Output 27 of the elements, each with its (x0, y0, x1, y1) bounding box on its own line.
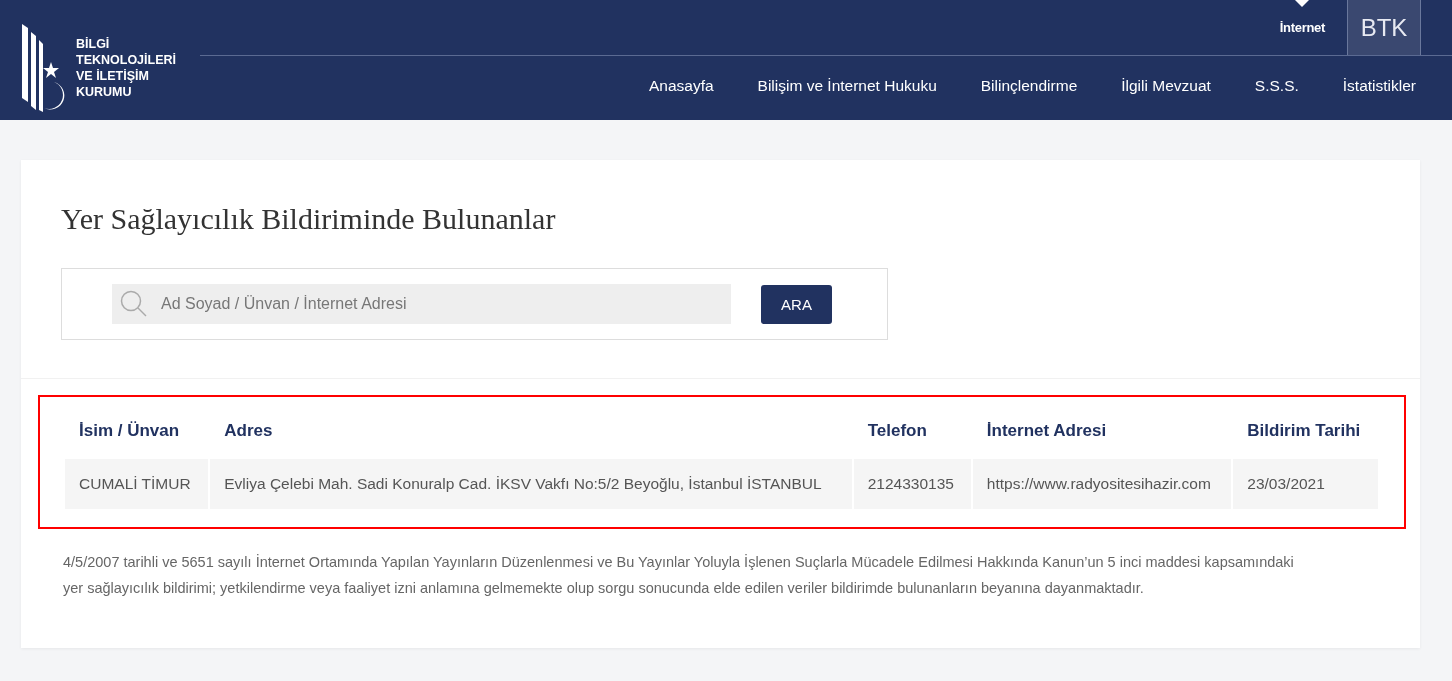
logo-icon (20, 22, 66, 114)
column-header: İnternet Adresi (985, 420, 1108, 442)
table-cell: https://www.radyositesihazir.com (972, 459, 1232, 509)
nav-link[interactable]: İlgili Mevzuat (1121, 77, 1211, 95)
logo-text-line: KURUMU (76, 84, 133, 100)
nav-link[interactable]: Bilişim ve İnternet Hukuku (757, 77, 937, 95)
top-link[interactable]: İnternet (1257, 0, 1347, 55)
table-cell: 23/03/2021 (1233, 459, 1378, 509)
search-field[interactable]: Ad Soyad / Ünvan / İnternet Adresi (112, 284, 731, 324)
logo-text-line: TEKNOLOJİLERİ (76, 52, 176, 68)
table-cell: CUMALİ TİMUR (65, 459, 209, 509)
logo-text-line: BİLGİ (76, 36, 111, 52)
nav-link[interactable]: İstatistikler (1342, 77, 1416, 95)
legal-note: 4/5/2007 tarihli ve 5651 sayılı İnternet Ortamında Yapılan Yayınların Düzenlenmesi ve Bu Yayınlar Yoluyla İşlenen Suçlarla Mücadele Edilmesi Hakkında Kanun’un 5 inci maddesi kapsamındaki yer sağlayıcılık bildirimi; yetkilendirme veya faaliyet izni anlamına gelmemekte olup sorgu sonucunda elde edilen veriler bildirimde bulunanların beyanına dayanmaktadır. (63, 553, 1295, 598)
logo-text-line: VE İLETİŞİM (76, 68, 150, 84)
nav-link[interactable]: Bilinçlendirme (980, 77, 1078, 95)
table-cell: 2124330135 (853, 459, 971, 509)
column-header: Adres (223, 420, 274, 442)
column-header: İsim / Ünvan (78, 420, 181, 442)
column-header: Bildirim Tarihi (1246, 420, 1362, 442)
nav-link[interactable]: S.S.S. (1254, 77, 1299, 95)
column-header: Telefon (866, 420, 928, 442)
table-cell: Evliya Çelebi Mah. Sadi Konuralp Cad. İKSV Vakfı No:5/2 Beyoğlu, İstanbul İSTANBUL (210, 459, 852, 509)
search-button[interactable]: ARA (761, 284, 832, 324)
nav-link[interactable]: Anasayfa (648, 77, 714, 95)
btk-badge[interactable]: BTK (1347, 0, 1421, 55)
page-title: Yer Sağlayıcılık Bildiriminde Bulunanlar (61, 202, 557, 236)
